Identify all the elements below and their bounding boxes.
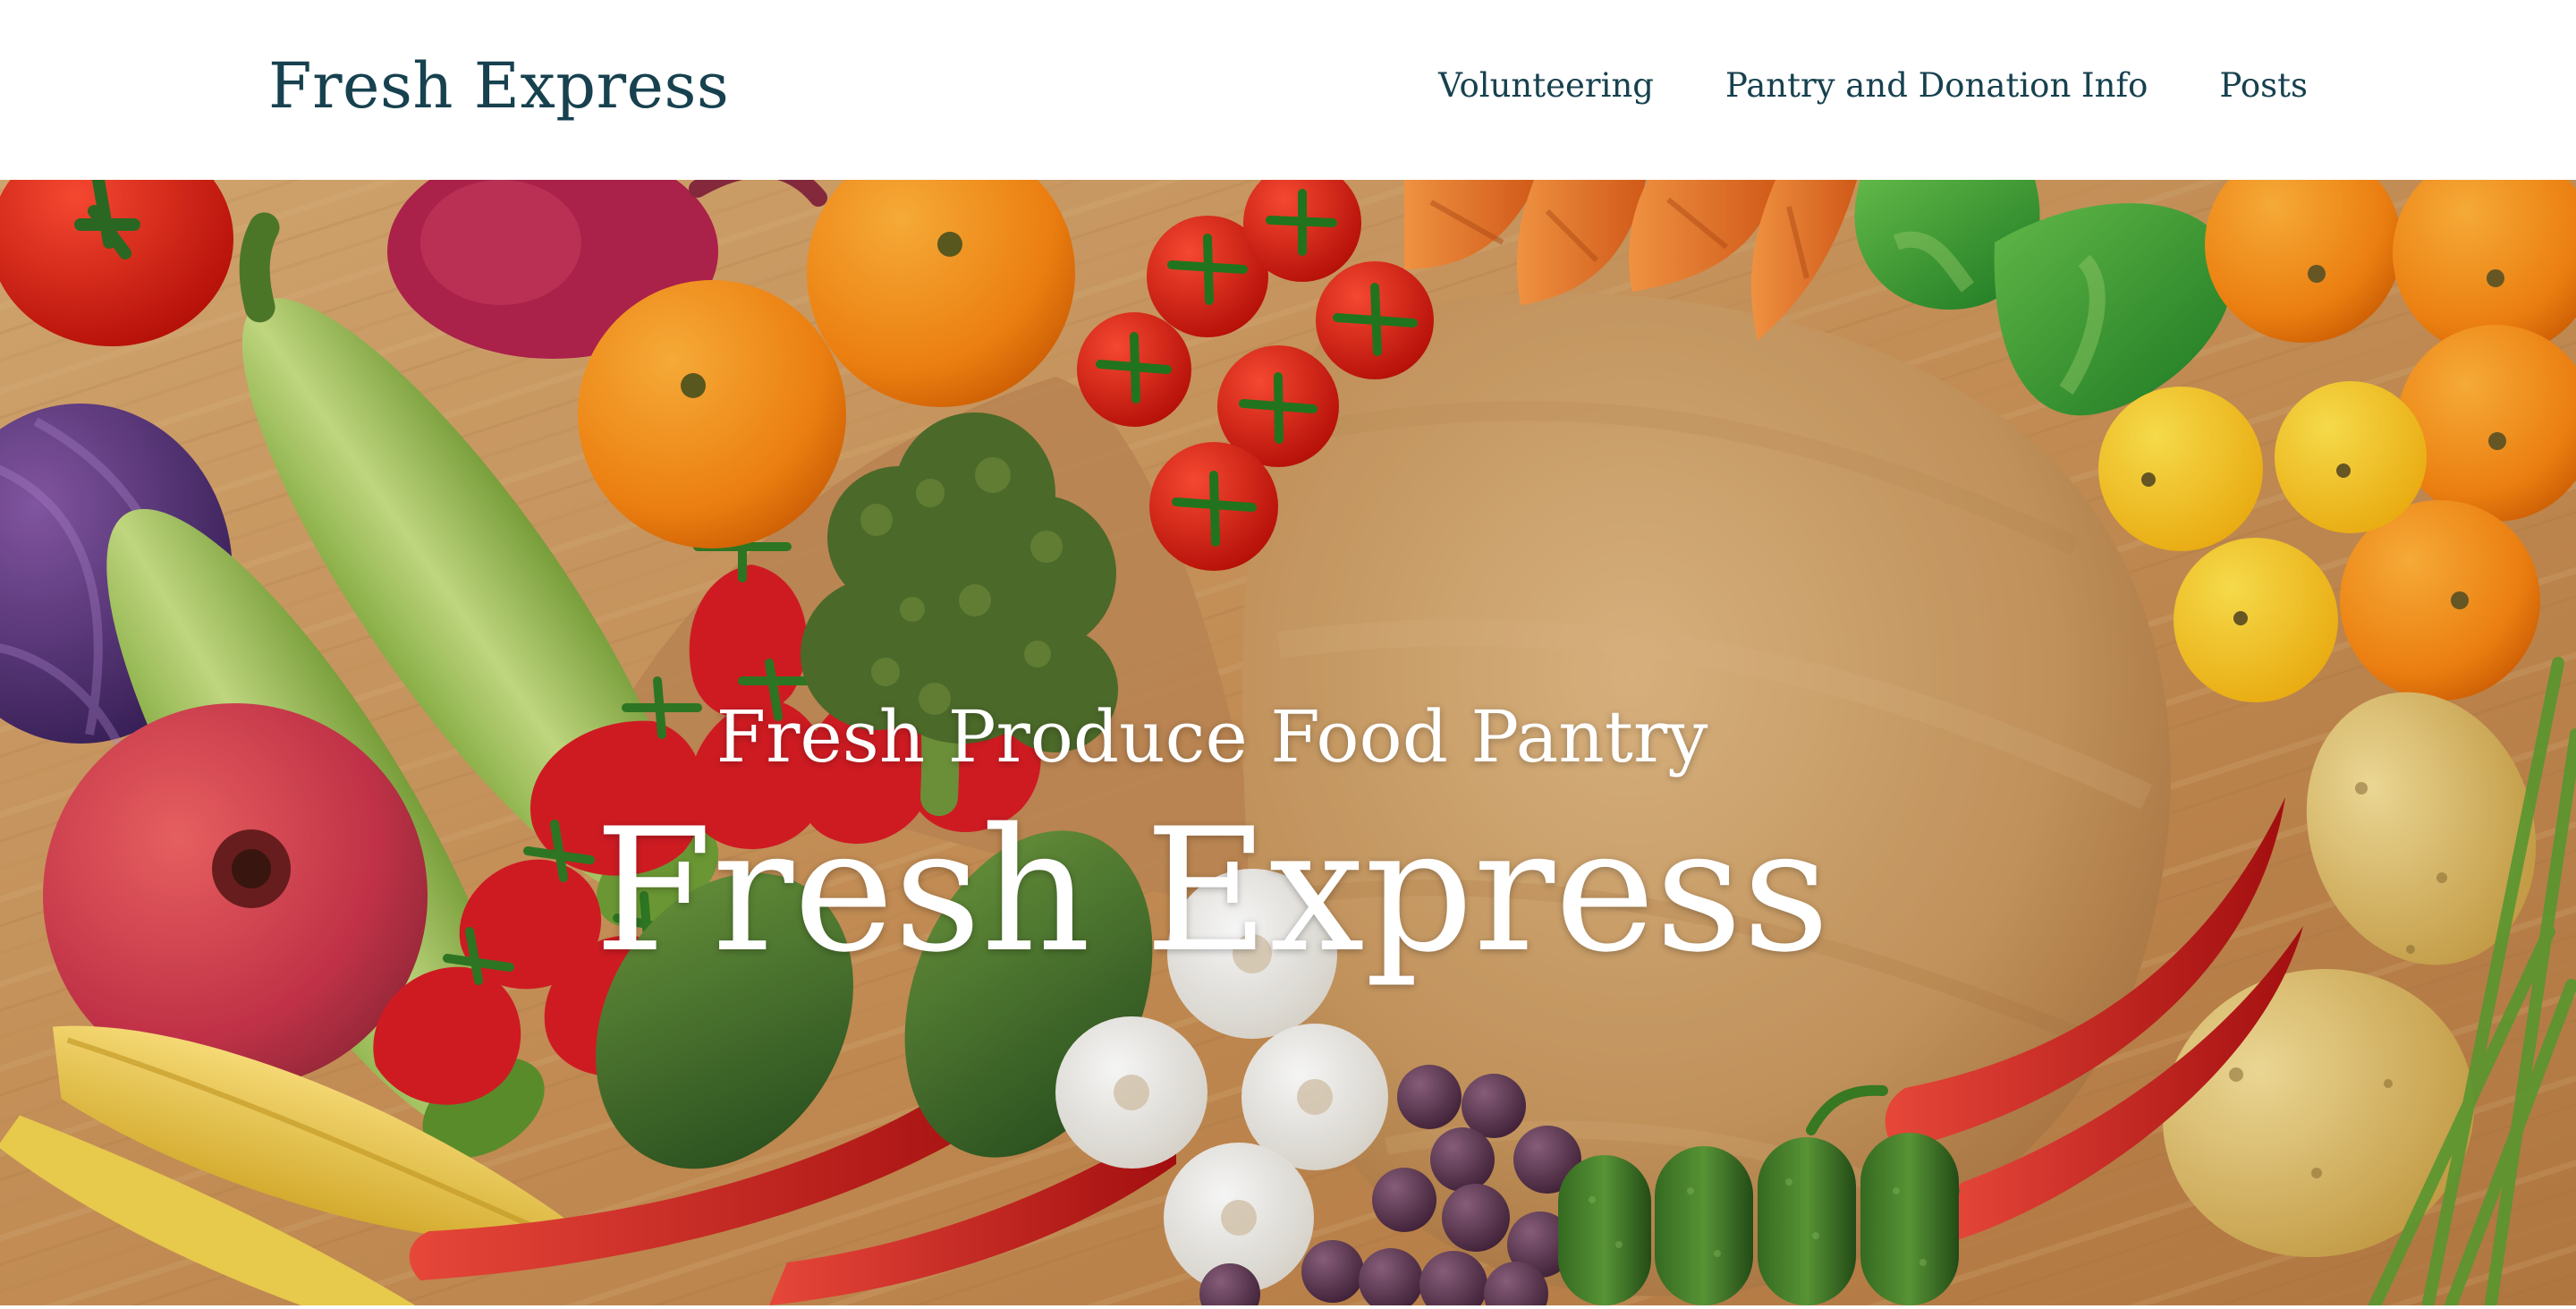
site-header: Fresh Express Volunteering Pantry and Do…	[0, 0, 2576, 180]
hero-subtitle: Fresh Produce Food Pantry	[716, 695, 1708, 778]
hero-title: Fresh Express	[594, 792, 1830, 990]
site-logo-link[interactable]: Fresh Express	[268, 43, 729, 129]
nav-link-pantry-donation-info[interactable]: Pantry and Donation Info	[1725, 61, 2148, 111]
page-bottom-edge	[0, 1305, 2576, 1309]
nav-link-volunteering[interactable]: Volunteering	[1438, 61, 1654, 111]
hero-banner: Fresh Produce Food Pantry Fresh Express	[0, 180, 2576, 1305]
main-navigation: Volunteering Pantry and Donation Info Po…	[1438, 61, 2308, 111]
nav-link-posts[interactable]: Posts	[2219, 61, 2308, 111]
